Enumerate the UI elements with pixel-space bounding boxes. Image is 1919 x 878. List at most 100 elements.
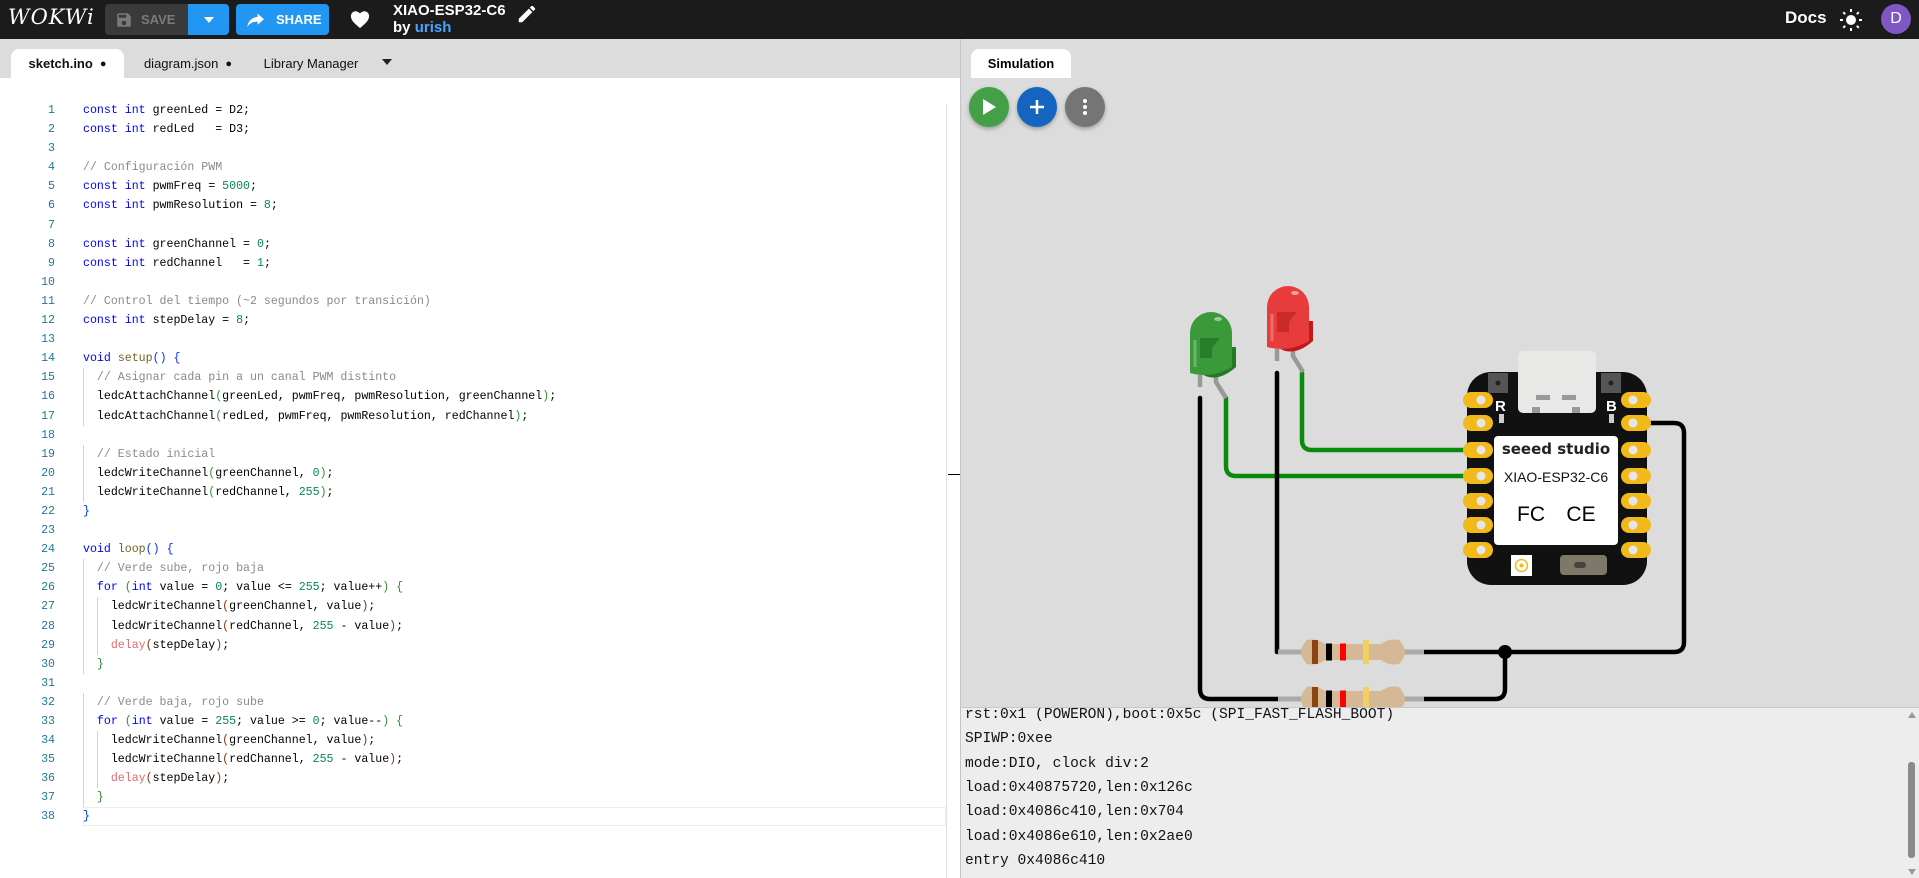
user-avatar[interactable]: D xyxy=(1881,4,1911,34)
edit-title-pencil-icon[interactable] xyxy=(516,3,538,25)
code-line[interactable]: 37 } xyxy=(0,788,946,808)
code-editor[interactable]: 1 const int greenLed = D2; 2 const int redL… xyxy=(0,78,960,878)
code-line[interactable]: 29 delay(stepDelay); xyxy=(0,635,946,655)
line-number: 6 xyxy=(48,199,55,213)
code-line[interactable]: 21 ledcWriteChannel(redChannel, 255); xyxy=(0,482,946,502)
code-line[interactable]: 35 ledcWriteChannel(redChannel, 255 - va… xyxy=(0,750,946,770)
code-line[interactable]: 14 void setup() { xyxy=(0,349,946,368)
line-number: 37 xyxy=(41,791,55,805)
line-number: 16 xyxy=(41,390,55,404)
code-line[interactable]: 3 xyxy=(0,139,946,158)
pin-hole xyxy=(1476,520,1486,530)
serial-output-line: mode:DIO, clock div:2 xyxy=(965,755,1149,772)
green-led[interactable] xyxy=(1190,312,1236,400)
code-line[interactable]: 17 ledcAttachChannel(redLed, pwmFreq, pw… xyxy=(0,406,946,426)
pin-hole xyxy=(1628,471,1638,481)
scrollbar-thumb[interactable] xyxy=(1908,762,1915,858)
led-leg xyxy=(1274,349,1305,374)
docs-link[interactable]: Docs xyxy=(1785,8,1827,28)
wire-green-led-anode xyxy=(1223,395,1484,479)
code-line[interactable]: 33 for (int value = 255; value >= 0; val… xyxy=(0,712,946,732)
line-number: 9 xyxy=(48,256,55,270)
save-options-dropdown[interactable] xyxy=(188,4,229,35)
code-line[interactable]: 20 ledcWriteChannel(greenChannel, 0); xyxy=(0,463,946,483)
code-line[interactable]: 4 // Configuración PWM xyxy=(0,158,946,177)
code-text: } xyxy=(83,810,90,824)
code-line[interactable]: 11 // Control del tiempo (~2 segundos por… xyxy=(0,292,946,311)
play-icon xyxy=(983,99,996,115)
tab-simulation[interactable]: Simulation xyxy=(971,49,1071,78)
code-text: ledcAttachChannel(greenLed, pwmFreq, pwm… xyxy=(83,390,557,404)
code-line[interactable]: 12 const int stepDelay = 8; xyxy=(0,311,946,330)
code-lines[interactable]: 1 const int greenLed = D2; 2 const int redL… xyxy=(0,101,946,827)
line-number: 31 xyxy=(41,676,55,690)
code-line[interactable]: 9 const int redChannel = 1; xyxy=(0,254,946,273)
tabs-menu-caret-icon[interactable] xyxy=(382,59,392,65)
tab-library-manager[interactable]: Library Manager xyxy=(256,49,366,78)
code-line[interactable]: 30 } xyxy=(0,654,946,674)
code-line[interactable]: 32 // Verde baja, rojo sube xyxy=(0,692,946,712)
wokwi-logo[interactable]: WOKWi xyxy=(8,5,95,29)
scroll-up-arrow-icon[interactable] xyxy=(1908,712,1916,718)
tab-diagram-json[interactable]: diagram.json ● xyxy=(128,49,248,78)
code-line[interactable]: 28 ledcWriteChannel(redChannel, 255 - va… xyxy=(0,616,946,636)
code-line[interactable]: 2 const int redLed = D3; xyxy=(0,120,946,139)
line-number: 7 xyxy=(48,218,55,232)
circuit-canvas[interactable]: R B seeed studio XIAO-ESP32-C6 FC CE xyxy=(961,39,1919,707)
save-button[interactable]: SAVE xyxy=(105,4,188,35)
red-led[interactable] xyxy=(1267,286,1313,374)
resistor[interactable] xyxy=(1278,639,1424,665)
code-text: ledcWriteChannel(greenChannel, value); xyxy=(83,734,376,748)
resize-handle[interactable] xyxy=(948,474,960,475)
code-line[interactable]: 8 const int greenChannel = 0; xyxy=(0,235,946,254)
line-number: 25 xyxy=(41,562,55,576)
scroll-down-arrow-icon[interactable] xyxy=(1908,869,1916,875)
line-number: 35 xyxy=(41,753,55,767)
code-line[interactable]: 18 xyxy=(0,426,946,445)
line-number: 29 xyxy=(41,638,55,652)
code-line[interactable]: 25 // Verde sube, rojo baja xyxy=(0,559,946,579)
line-number: 12 xyxy=(41,314,55,328)
code-line[interactable]: 10 xyxy=(0,273,946,292)
line-number: 15 xyxy=(41,371,55,385)
line-number: 2 xyxy=(48,123,55,137)
code-line[interactable]: 36 delay(stepDelay); xyxy=(0,769,946,789)
code-line[interactable]: 26 for (int value = 0; value <= 255; val… xyxy=(0,578,946,598)
code-line[interactable]: 6 const int pwmResolution = 8; xyxy=(0,196,946,215)
theme-toggle-sun-icon[interactable] xyxy=(1839,8,1863,32)
resistor[interactable] xyxy=(1278,686,1424,708)
line-number: 13 xyxy=(41,333,55,347)
tab-label: sketch.ino xyxy=(28,56,93,71)
code-line[interactable]: 5 const int pwmFreq = 5000; xyxy=(0,177,946,196)
code-line[interactable]: 22} xyxy=(0,502,946,521)
share-button[interactable]: SHARE xyxy=(236,4,329,35)
line-number: 32 xyxy=(41,695,55,709)
code-line[interactable]: 34 ledcWriteChannel(greenChannel, value)… xyxy=(0,731,946,751)
code-line[interactable]: 19 // Estado inicial xyxy=(0,444,946,464)
led-leg xyxy=(1197,375,1228,400)
author-link[interactable]: urish xyxy=(415,19,452,36)
code-text: ledcWriteChannel(redChannel, 255); xyxy=(83,485,334,499)
code-line[interactable]: 13 xyxy=(0,330,946,349)
code-line[interactable]: 38} xyxy=(0,807,946,827)
code-line[interactable]: 1 const int greenLed = D2; xyxy=(0,101,946,120)
code-line[interactable]: 27 ledcWriteChannel(greenChannel, value)… xyxy=(0,597,946,617)
serial-output-line: SPIWP:0xee xyxy=(965,731,1053,748)
code-line[interactable]: 7 xyxy=(0,216,946,235)
serial-monitor[interactable]: rst:0x1 (POWERON),boot:0x5c (SPI_FAST_FL… xyxy=(961,707,1919,878)
heart-icon[interactable] xyxy=(349,9,371,29)
code-line[interactable]: 15 // Asignar cada pin a un canal PWM di… xyxy=(0,368,946,388)
tab-label: diagram.json xyxy=(143,56,219,71)
add-part-button[interactable] xyxy=(1017,87,1057,127)
tab-sketch-ino[interactable]: sketch.ino ● xyxy=(11,49,124,78)
code-line[interactable]: 23 xyxy=(0,521,946,540)
line-number: 28 xyxy=(41,619,55,633)
start-simulation-button[interactable] xyxy=(969,87,1009,127)
code-line[interactable]: 31 xyxy=(0,674,946,693)
code-line[interactable]: 16 ledcAttachChannel(greenLed, pwmFreq, … xyxy=(0,387,946,407)
more-options-button[interactable] xyxy=(1065,87,1105,127)
code-text: void loop() { xyxy=(83,543,174,557)
code-line[interactable]: 24 void loop() { xyxy=(0,540,946,559)
serial-scrollbar[interactable] xyxy=(1906,708,1918,878)
line-number: 14 xyxy=(41,352,55,366)
